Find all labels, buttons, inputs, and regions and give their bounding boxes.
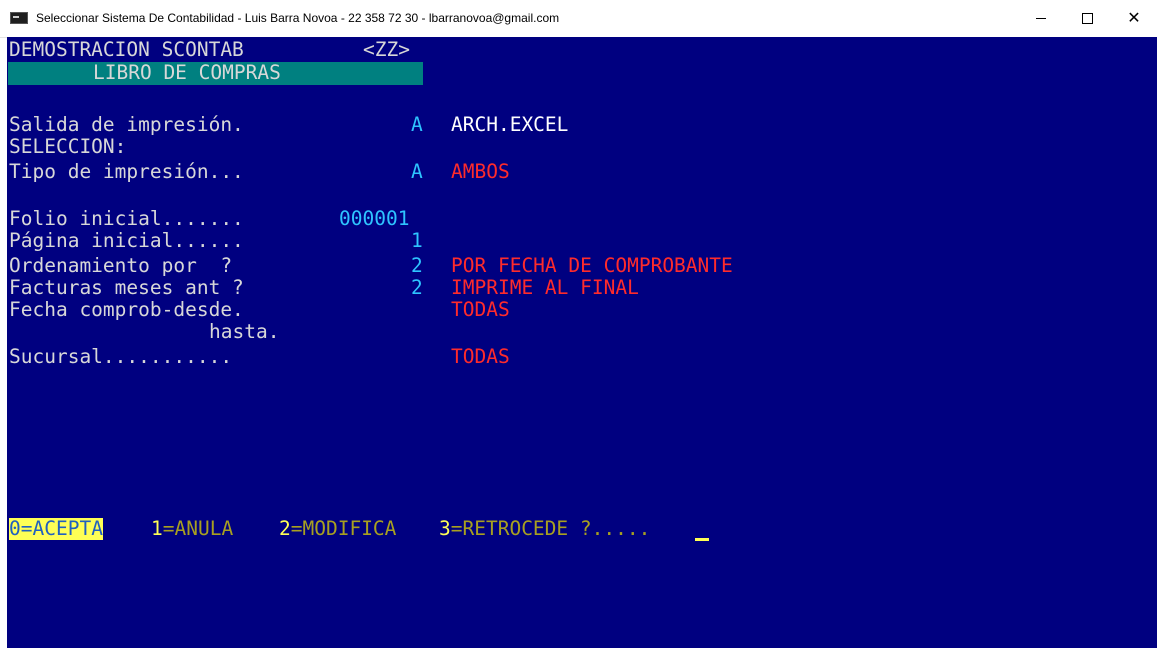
facturas-label: Facturas meses ant ? <box>9 276 244 299</box>
fecha-hasta-label: hasta. <box>209 320 280 343</box>
folio-label: Folio inicial....... <box>9 207 244 230</box>
maximize-icon <box>1081 12 1093 24</box>
text-cursor <box>695 538 709 541</box>
salida-label: Salida de impresión. <box>9 113 244 136</box>
console-area[interactable]: DEMOSTRACION SCONTAB <ZZ> LIBRO DE COMPR… <box>7 37 1157 648</box>
option-cancel[interactable]: 1=ANULA <box>151 518 233 540</box>
tipo-code[interactable]: A <box>411 161 423 183</box>
window-title: Seleccionar Sistema De Contabilidad - Lu… <box>36 11 560 25</box>
option-back[interactable]: 3=RETROCEDE ?..... <box>439 518 650 540</box>
folio-value[interactable]: 000001 <box>339 208 409 230</box>
option-accept-key: 0 <box>9 517 21 540</box>
seleccion-label: SELECCION: <box>9 135 127 158</box>
minimize-icon <box>1036 17 1046 19</box>
close-icon: ✕ <box>1127 8 1141 27</box>
pagina-label: Página inicial...... <box>9 229 244 252</box>
option-accept[interactable]: 0=ACEPTA <box>9 518 103 540</box>
option-cancel-key: 1 <box>151 517 163 540</box>
salida-code[interactable]: A <box>411 114 423 136</box>
sucursal-label: Sucursal........... <box>9 345 233 368</box>
window-titlebar: Seleccionar Sistema De Contabilidad - Lu… <box>0 0 1157 38</box>
company-name: DEMOSTRACION SCONTAB <box>9 38 244 61</box>
orden-code[interactable]: 2 <box>411 255 423 277</box>
option-accept-label: =ACEPTA <box>20 517 103 540</box>
report-title: LIBRO DE COMPRAS <box>93 61 281 84</box>
salida-value: ARCH.EXCEL <box>451 113 569 136</box>
facturas-value: IMPRIME AL FINAL <box>451 276 639 299</box>
option-modify[interactable]: 2=MODIFICA <box>279 518 396 540</box>
facturas-code[interactable]: 2 <box>411 277 423 299</box>
sucursal-value: TODAS <box>451 345 510 368</box>
orden-label: Ordenamiento por ? <box>9 254 233 277</box>
option-modify-key: 2 <box>279 517 291 540</box>
option-back-key: 3 <box>439 517 451 540</box>
pagina-value[interactable]: 1 <box>411 230 423 252</box>
option-cancel-label: =ANULA <box>162 517 234 540</box>
minimize-button[interactable] <box>1018 0 1064 36</box>
tipo-value: AMBOS <box>451 160 510 183</box>
close-button[interactable]: ✕ <box>1111 0 1157 36</box>
fecha-desde-label: Fecha comprob-desde. <box>9 298 244 321</box>
console-app-icon <box>10 12 28 24</box>
option-modify-label: =MODIFICA <box>290 517 397 540</box>
maximize-button[interactable] <box>1064 0 1110 36</box>
fecha-value: TODAS <box>451 298 510 321</box>
option-back-label: =RETROCEDE ?..... <box>450 517 651 540</box>
company-code: <ZZ> <box>363 38 410 61</box>
tipo-label: Tipo de impresión... <box>9 160 244 183</box>
orden-value: POR FECHA DE COMPROBANTE <box>451 254 733 277</box>
